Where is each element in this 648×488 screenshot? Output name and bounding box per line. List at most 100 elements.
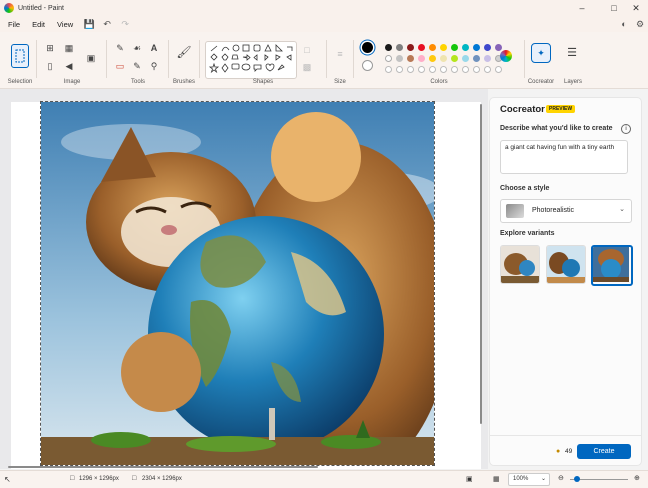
color-swatch[interactable] [429, 44, 436, 51]
group-image: ⊞ ▦ ▣ ▯ ◀ Image [38, 34, 106, 88]
custom-color-slot[interactable] [385, 66, 392, 73]
cocreator-panel: Cocreator PREVIEW Describe what you'd li… [489, 97, 642, 466]
color-swatch[interactable] [495, 44, 502, 51]
color-swatch[interactable] [473, 55, 480, 62]
zoom-out-icon[interactable]: ⊖ [558, 474, 564, 482]
settings-gear-icon[interactable]: ⚙ [634, 18, 646, 30]
prompt-input[interactable]: a giant cat having fun with a tiny earth [500, 140, 628, 174]
color-swatch[interactable] [418, 44, 425, 51]
magnifier-icon[interactable]: ⚲ [148, 60, 160, 72]
brush-icon[interactable]: 🖌 [176, 45, 191, 59]
cat-earth-illustration [41, 102, 434, 465]
selection-tool-icon[interactable] [11, 44, 29, 68]
custom-color-slot[interactable] [396, 66, 403, 73]
color-swatch[interactable] [396, 44, 403, 51]
custom-color-slot[interactable] [484, 66, 491, 73]
menu-edit[interactable]: Edit [32, 20, 45, 29]
shapes-gallery[interactable] [205, 41, 297, 79]
flip-icon[interactable]: ◀ [63, 60, 75, 72]
maximize-icon[interactable]: □ [602, 0, 626, 16]
cocreator-icon[interactable]: ✦ [531, 43, 551, 63]
image-select-icon[interactable]: ▣ [85, 52, 97, 64]
zoom-in-icon[interactable]: ⊕ [634, 474, 640, 482]
status-bar: ↖ □ 1296 × 1296px □ 2304 × 1296px ▣ ▦ 10… [0, 470, 648, 488]
color-swatch[interactable] [462, 55, 469, 62]
style-dropdown[interactable]: Photorealistic ⌄ [500, 199, 632, 223]
theme-icon[interactable]: ◐ [618, 18, 630, 30]
custom-color-slot[interactable] [495, 66, 502, 73]
pointer-position-icon: ↖ [4, 475, 11, 484]
color-swatch[interactable] [385, 44, 392, 51]
describe-label: Describe what you'd like to create [500, 125, 613, 132]
color-swatch[interactable] [451, 44, 458, 51]
menu-view[interactable]: View [57, 20, 73, 29]
fit-to-window-icon[interactable]: ▣ [466, 475, 473, 483]
info-icon[interactable]: i [621, 124, 631, 134]
pencil-icon[interactable]: ✎ [114, 42, 126, 54]
create-button[interactable]: Create [577, 444, 631, 459]
fullscreen-icon[interactable]: ▦ [493, 475, 500, 483]
color-swatch[interactable] [429, 55, 436, 62]
edit-colors-icon[interactable] [500, 50, 512, 62]
custom-color-slot[interactable] [440, 66, 447, 73]
color-swatch[interactable] [440, 55, 447, 62]
resize-icon[interactable]: ▦ [63, 42, 75, 54]
save-icon[interactable]: 💾 [83, 18, 95, 30]
custom-color-slot[interactable] [462, 66, 469, 73]
color-swatch[interactable] [385, 55, 392, 62]
style-value: Photorealistic [532, 207, 575, 214]
canvas-image[interactable] [40, 101, 435, 466]
menu-file[interactable]: File [8, 20, 20, 29]
title-bar: Untitled - Paint – □ ✕ [0, 0, 648, 16]
variant-thumbnail-1[interactable] [500, 245, 540, 284]
custom-color-slot[interactable] [473, 66, 480, 73]
color-swatch[interactable] [407, 44, 414, 51]
color-swatch[interactable] [396, 55, 403, 62]
color-swatch[interactable] [418, 55, 425, 62]
secondary-color-swatch[interactable] [362, 60, 373, 71]
color-swatch[interactable] [473, 44, 480, 51]
color-swatch[interactable] [440, 44, 447, 51]
rotate-icon[interactable]: ▯ [44, 60, 56, 72]
custom-color-slot[interactable] [418, 66, 425, 73]
vertical-scrollbar[interactable] [478, 100, 484, 460]
close-icon[interactable]: ✕ [624, 0, 648, 16]
minimize-icon[interactable]: – [570, 0, 594, 16]
primary-color-swatch[interactable] [362, 42, 373, 53]
style-thumbnail [506, 204, 524, 218]
group-size: ≡ Size [328, 34, 352, 88]
color-swatch[interactable] [451, 55, 458, 62]
group-label-selection: Selection [7, 79, 33, 85]
variant-thumbnail-2[interactable] [546, 245, 586, 284]
zoom-select[interactable]: 100% ⌄ [508, 473, 550, 486]
preview-badge: PREVIEW [546, 105, 576, 113]
color-swatch[interactable] [462, 44, 469, 51]
shape-outline-icon[interactable]: □ [301, 44, 313, 56]
text-tool-icon[interactable]: A [148, 42, 160, 54]
variants-label: Explore variants [500, 230, 555, 237]
size-icon[interactable]: ≡ [334, 48, 346, 60]
color-picker-icon[interactable]: ✎ [131, 60, 143, 72]
group-label-tools: Tools [130, 79, 145, 85]
zoom-slider-thumb[interactable] [574, 476, 580, 482]
custom-color-slot[interactable] [407, 66, 414, 73]
menu-bar: File Edit View 💾 ↶ ↷ ◐ ⚙ [0, 16, 648, 32]
fill-bucket-icon[interactable]: ☙ [131, 42, 143, 54]
undo-icon[interactable]: ↶ [101, 18, 113, 30]
group-label-brushes: Brushes [172, 79, 195, 85]
paint-app-icon [4, 3, 14, 13]
layers-icon[interactable]: ☰ [566, 46, 578, 59]
credits-count: 49 [565, 448, 573, 455]
variant-thumbnail-3-selected[interactable] [591, 245, 633, 286]
panel-divider [490, 435, 641, 436]
color-swatch[interactable] [484, 55, 491, 62]
shape-fill-icon[interactable]: ▩ [301, 61, 313, 73]
crop-icon[interactable]: ⊞ [44, 42, 56, 54]
eraser-icon[interactable]: ▭ [114, 60, 126, 72]
color-swatch[interactable] [407, 55, 414, 62]
custom-color-slot[interactable] [451, 66, 458, 73]
group-label-colors: Colors [430, 79, 448, 85]
redo-icon[interactable]: ↷ [119, 18, 131, 30]
color-swatch[interactable] [484, 44, 491, 51]
custom-color-slot[interactable] [429, 66, 436, 73]
